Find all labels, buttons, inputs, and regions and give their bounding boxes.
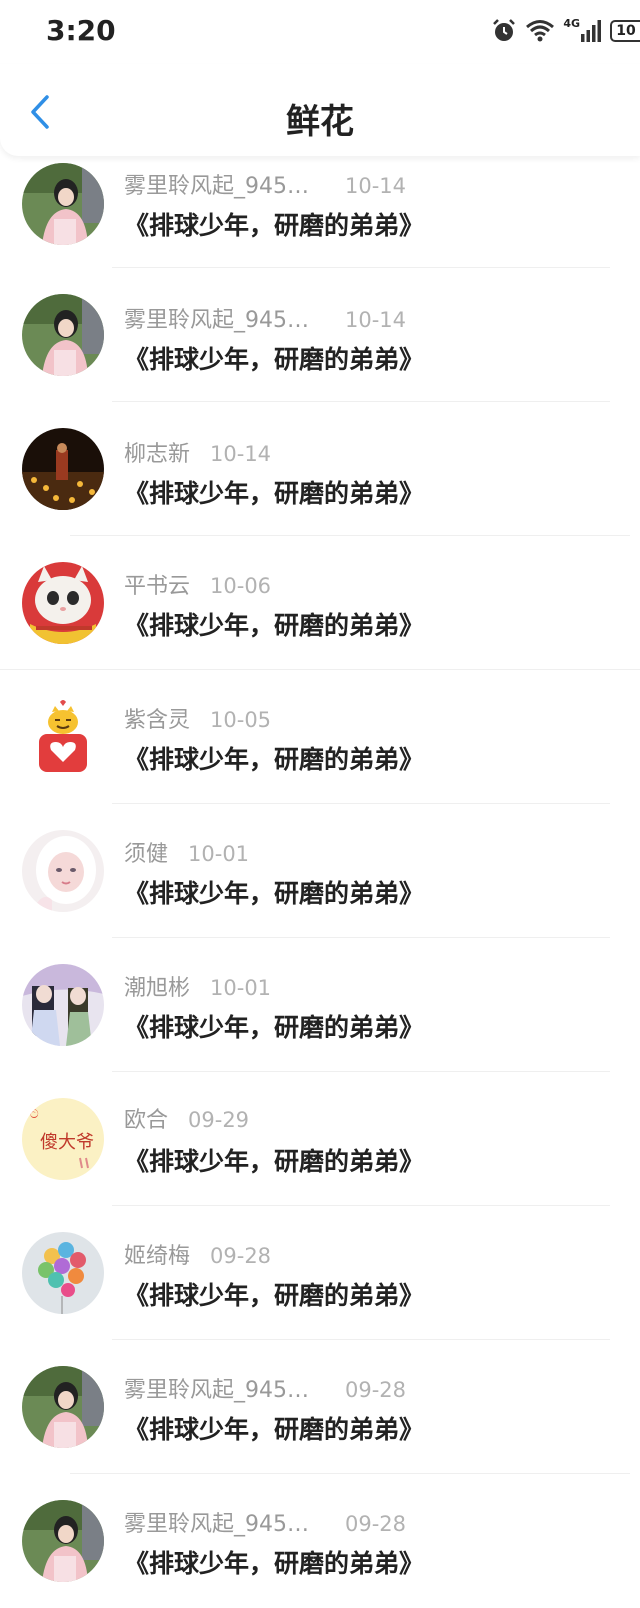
user-name[interactable]: 欧合 [124, 1102, 168, 1134]
user-name[interactable]: 紫含灵 [124, 702, 190, 734]
user-name[interactable]: 须健 [124, 836, 168, 868]
battery-icon: 10 [610, 20, 640, 42]
network-type: 4G [563, 16, 580, 30]
item-meta: 雾里聆风起_945… 10-14 [124, 302, 406, 334]
list-item[interactable]: 雾里聆风起_945… 09-28 《排球少年，研磨的弟弟》 [0, 1340, 640, 1474]
item-content: 《排球少年，研磨的弟弟》 [124, 1281, 425, 1310]
user-name[interactable]: 雾里聆风起_945… [124, 168, 309, 200]
avatar[interactable] [22, 696, 104, 778]
item-date: 09-28 [345, 1512, 407, 1536]
avatar-cartoon-heart-icon [22, 696, 104, 778]
avatar-girl-pink-coat-icon [22, 163, 104, 245]
list-item[interactable]: 紫含灵 10-05 《排球少年，研磨的弟弟》 [0, 670, 640, 804]
avatar-cat-scarf-icon [22, 562, 104, 644]
item-meta: 须健 10-01 [124, 836, 249, 868]
item-meta: 姬绮梅 09-28 [124, 1238, 271, 1270]
item-content: 《排球少年，研磨的弟弟》 [124, 1147, 425, 1176]
item-content: 《排球少年，研磨的弟弟》 [124, 1549, 425, 1578]
avatar-anime-couple-icon [22, 964, 104, 1046]
user-name[interactable]: 柳志新 [124, 436, 190, 468]
status-icons: 4G 10 [491, 16, 640, 46]
list-item[interactable]: 须健 10-01 《排球少年，研磨的弟弟》 [0, 804, 640, 938]
avatar-monk-candles-icon [22, 428, 104, 510]
svg-text:ට: ට [30, 1107, 39, 1121]
avatar[interactable]: ට 傻大爷 [22, 1098, 104, 1180]
alarm-icon [491, 18, 517, 44]
avatar[interactable] [22, 1500, 104, 1582]
item-content: 《排球少年，研磨的弟弟》 [124, 211, 425, 240]
user-name[interactable]: 平书云 [124, 568, 190, 600]
user-name[interactable]: 雾里聆风起_945… [124, 1372, 309, 1404]
item-meta: 潮旭彬 10-01 [124, 970, 271, 1002]
user-name[interactable]: 潮旭彬 [124, 970, 190, 1002]
item-content: 《排球少年，研磨的弟弟》 [124, 479, 425, 508]
avatar[interactable] [22, 830, 104, 912]
user-name[interactable]: 雾里聆风起_945… [124, 302, 309, 334]
item-meta: 欧合 09-29 [124, 1102, 249, 1134]
signal-icon: 4G [563, 16, 602, 42]
battery-level: 10 [616, 23, 636, 39]
avatar-girl-white-hood-icon [22, 830, 104, 912]
item-date: 10-06 [210, 574, 272, 598]
nav-bar: 鲜花 [0, 64, 640, 156]
avatar-sticker-text: 傻大爷 [40, 1132, 94, 1153]
item-meta: 雾里聆风起_945… 09-28 [124, 1372, 406, 1404]
status-bar: 3:20 4G 10 [0, 0, 640, 64]
avatar[interactable] [22, 1366, 104, 1448]
avatar[interactable] [22, 562, 104, 644]
item-date: 10-05 [210, 708, 272, 732]
item-date: 10-01 [188, 842, 250, 866]
avatar-text-sticker-icon: ට 傻大爷 [22, 1098, 104, 1180]
avatar-girl-pink-coat-icon [22, 294, 104, 376]
flower-list: 雾里聆风起_945… 10-14 《排球少年，研磨的弟弟》 雾里聆风起_945…… [0, 160, 640, 1608]
list-item[interactable]: 柳志新 10-14 《排球少年，研磨的弟弟》 [0, 402, 640, 536]
item-content: 《排球少年，研磨的弟弟》 [124, 745, 425, 774]
item-date: 09-29 [188, 1108, 250, 1132]
status-time: 3:20 [46, 14, 116, 47]
item-meta: 柳志新 10-14 [124, 436, 271, 468]
list-item[interactable]: 雾里聆风起_945… 09-28 《排球少年，研磨的弟弟》 [0, 1474, 640, 1608]
list-item[interactable]: 潮旭彬 10-01 《排球少年，研磨的弟弟》 [0, 938, 640, 1072]
page-title: 鲜花 [286, 102, 354, 142]
item-content: 《排球少年，研磨的弟弟》 [124, 611, 425, 640]
user-name[interactable]: 雾里聆风起_945… [124, 1506, 309, 1538]
avatar-girl-pink-coat-icon [22, 1500, 104, 1582]
avatar[interactable] [22, 964, 104, 1046]
item-meta: 雾里聆风起_945… 09-28 [124, 1506, 406, 1538]
avatar[interactable] [22, 428, 104, 510]
item-meta: 平书云 10-06 [124, 568, 271, 600]
item-meta: 紫含灵 10-05 [124, 702, 271, 734]
item-date: 10-14 [345, 308, 407, 332]
item-date: 10-01 [210, 976, 272, 1000]
item-date: 10-14 [345, 174, 407, 198]
avatar-balloons-icon [22, 1232, 104, 1314]
list-item[interactable]: 平书云 10-06 《排球少年，研磨的弟弟》 [0, 536, 640, 670]
list-item[interactable]: 雾里聆风起_945… 10-14 《排球少年，研磨的弟弟》 [0, 160, 640, 268]
item-content: 《排球少年，研磨的弟弟》 [124, 1013, 425, 1042]
wifi-icon [525, 19, 555, 43]
avatar[interactable] [22, 163, 104, 245]
avatar-girl-pink-coat-icon [22, 1366, 104, 1448]
avatar[interactable] [22, 294, 104, 376]
item-meta: 雾里聆风起_945… 10-14 [124, 168, 406, 200]
item-date: 09-28 [210, 1244, 272, 1268]
user-name[interactable]: 姬绮梅 [124, 1238, 190, 1270]
item-date: 09-28 [345, 1378, 407, 1402]
item-content: 《排球少年，研磨的弟弟》 [124, 879, 425, 908]
item-content: 《排球少年，研磨的弟弟》 [124, 1415, 425, 1444]
item-date: 10-14 [210, 442, 272, 466]
list-item[interactable]: ට 傻大爷 欧合 09-29 《排球少年，研磨的弟弟》 [0, 1072, 640, 1206]
avatar[interactable] [22, 1232, 104, 1314]
item-content: 《排球少年，研磨的弟弟》 [124, 345, 425, 374]
list-item[interactable]: 雾里聆风起_945… 10-14 《排球少年，研磨的弟弟》 [0, 268, 640, 402]
list-item[interactable]: 姬绮梅 09-28 《排球少年，研磨的弟弟》 [0, 1206, 640, 1340]
